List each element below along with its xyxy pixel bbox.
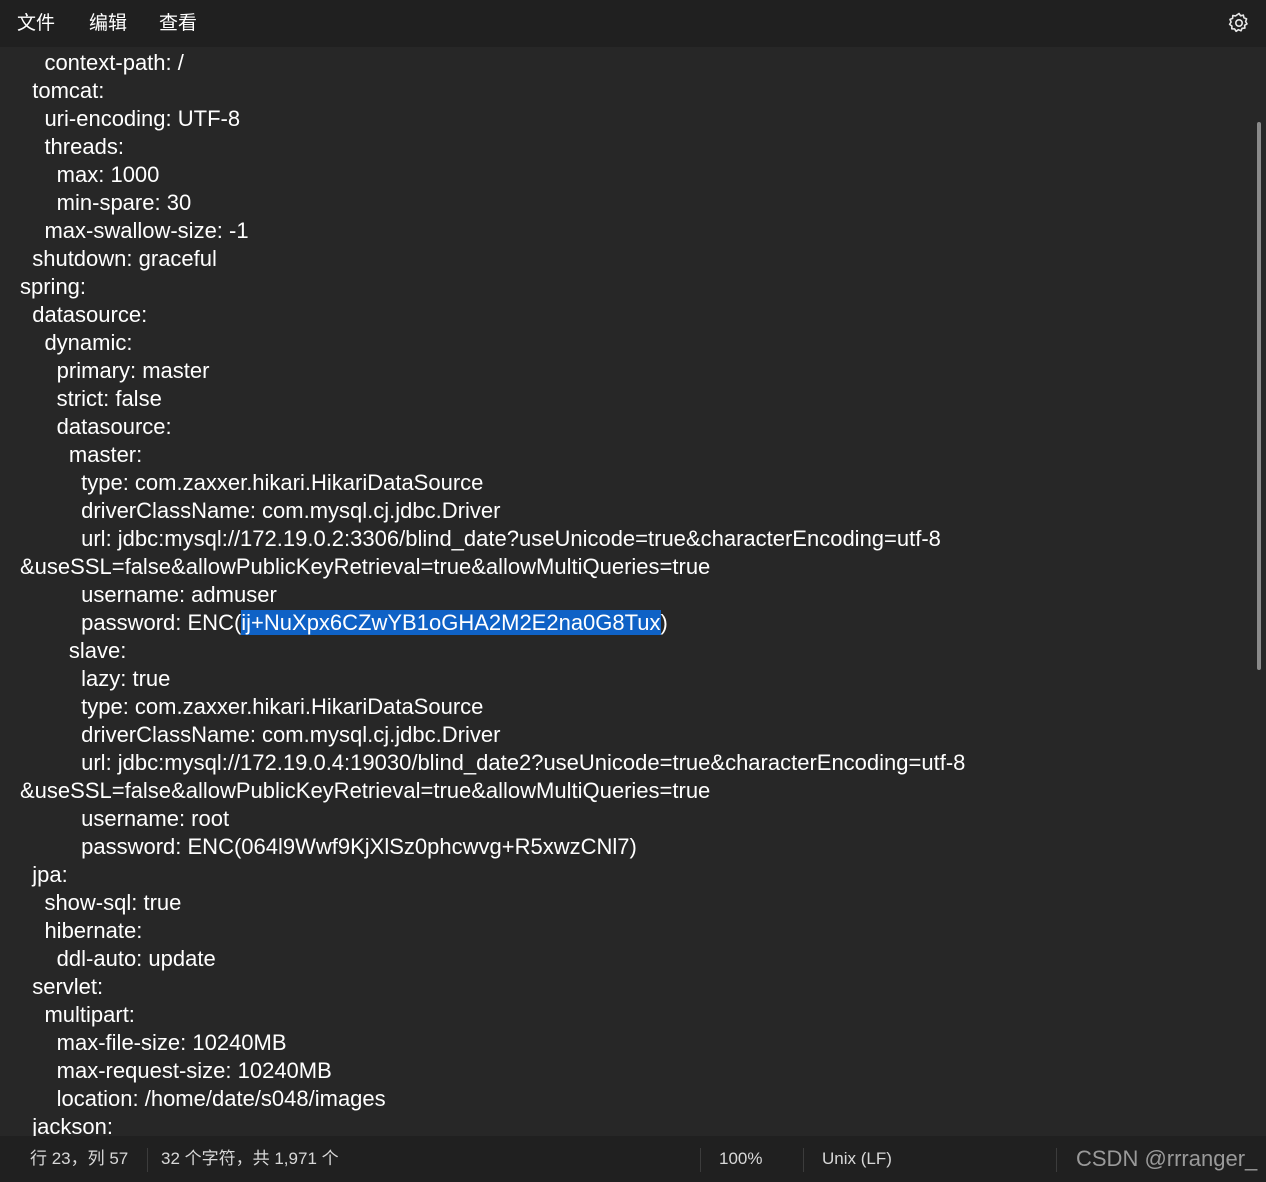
code-line[interactable]: &useSSL=false&allowPublicKeyRetrieval=tr… — [20, 777, 710, 805]
code-line[interactable]: threads: — [20, 133, 124, 161]
gear-icon — [1228, 12, 1248, 33]
code-line[interactable]: max-file-size: 10240MB — [20, 1029, 287, 1057]
code-line[interactable]: show-sql: true — [20, 889, 181, 917]
selected-text[interactable]: ij+NuXpx6CZwYB1oGHA2M2E2na0G8Tux — [241, 610, 661, 635]
code-line[interactable]: max-request-size: 10240MB — [20, 1057, 332, 1085]
settings-button[interactable] — [1226, 10, 1252, 36]
line-ending[interactable]: Unix (LF) — [822, 1136, 892, 1182]
code-line[interactable]: min-spare: 30 — [20, 189, 192, 217]
code-text: ) — [660, 610, 668, 635]
code-line[interactable]: datasource: — [20, 301, 147, 329]
status-bar: 行 23，列 57 32 个字符，共 1,971 个 100% Unix (LF… — [0, 1136, 1266, 1182]
code-line[interactable]: primary: master — [20, 357, 210, 385]
code-line[interactable]: master: — [20, 441, 142, 469]
scrollbar-thumb[interactable] — [1257, 122, 1261, 670]
code-line[interactable]: hibernate: — [20, 917, 142, 945]
code-line[interactable]: url: jdbc:mysql://172.19.0.2:3306/blind_… — [20, 525, 941, 553]
menu-view[interactable]: 查看 — [143, 0, 213, 47]
status-divider — [1056, 1148, 1057, 1172]
menu-file[interactable]: 文件 — [0, 0, 73, 47]
code-line[interactable]: datasource: — [20, 413, 172, 441]
menu-bar: 文件 编辑 查看 — [0, 0, 1266, 47]
code-line[interactable]: type: com.zaxxer.hikari.HikariDataSource — [20, 693, 483, 721]
code-line[interactable]: lazy: true — [20, 665, 170, 693]
code-line[interactable]: url: jdbc:mysql://172.19.0.4:19030/blind… — [20, 749, 965, 777]
code-line[interactable]: spring: — [20, 273, 86, 301]
menu-edit[interactable]: 编辑 — [73, 0, 143, 47]
code-line[interactable]: password: ENC(064l9Wwf9KjXlSz0phcwvg+R5x… — [20, 833, 637, 861]
code-line[interactable]: max-swallow-size: -1 — [20, 217, 248, 245]
code-line[interactable]: driverClassName: com.mysql.cj.jdbc.Drive… — [20, 721, 500, 749]
code-line[interactable]: shutdown: graceful — [20, 245, 217, 273]
csdn-watermark: CSDN @rrranger_ — [1076, 1146, 1258, 1171]
code-line[interactable]: multipart: — [20, 1001, 134, 1029]
status-divider — [147, 1148, 148, 1172]
code-line[interactable]: uri-encoding: UTF-8 — [20, 105, 240, 133]
zoom-level[interactable]: 100% — [719, 1136, 762, 1182]
vertical-scrollbar[interactable] — [1252, 47, 1266, 1136]
code-line[interactable]: &useSSL=false&allowPublicKeyRetrieval=tr… — [20, 553, 710, 581]
code-line[interactable]: username: root — [20, 805, 229, 833]
code-line[interactable]: password: ENC(ij+NuXpx6CZwYB1oGHA2M2E2na… — [20, 609, 668, 637]
code-line[interactable]: location: /home/date/s048/images — [20, 1085, 386, 1113]
cursor-position: 行 23，列 57 — [30, 1149, 129, 1168]
code-line[interactable]: jackson: — [20, 1113, 113, 1136]
code-line[interactable]: dynamic: — [20, 329, 132, 357]
status-divider — [803, 1148, 804, 1172]
code-line[interactable]: max: 1000 — [20, 161, 160, 189]
code-line[interactable]: username: admuser — [20, 581, 277, 609]
status-divider — [700, 1148, 701, 1172]
code-line[interactable]: tomcat: — [20, 77, 104, 105]
code-line[interactable]: servlet: — [20, 973, 103, 1001]
notepad-window: 文件 编辑 查看 context-path: / tomcat: uri-enc… — [0, 0, 1266, 1182]
code-line[interactable]: jpa: — [20, 861, 67, 889]
code-text: password: ENC( — [20, 610, 242, 635]
code-line[interactable]: type: com.zaxxer.hikari.HikariDataSource — [20, 469, 483, 497]
code-line[interactable]: context-path: / — [20, 49, 183, 77]
text-editor[interactable]: context-path: / tomcat: uri-encoding: UT… — [0, 47, 1252, 1136]
character-count: 32 个字符，共 1,971 个 — [161, 1149, 339, 1168]
code-line[interactable]: strict: false — [20, 385, 162, 413]
code-line[interactable]: ddl-auto: update — [20, 945, 216, 973]
code-line[interactable]: slave: — [20, 637, 126, 665]
code-line[interactable]: driverClassName: com.mysql.cj.jdbc.Drive… — [20, 497, 500, 525]
